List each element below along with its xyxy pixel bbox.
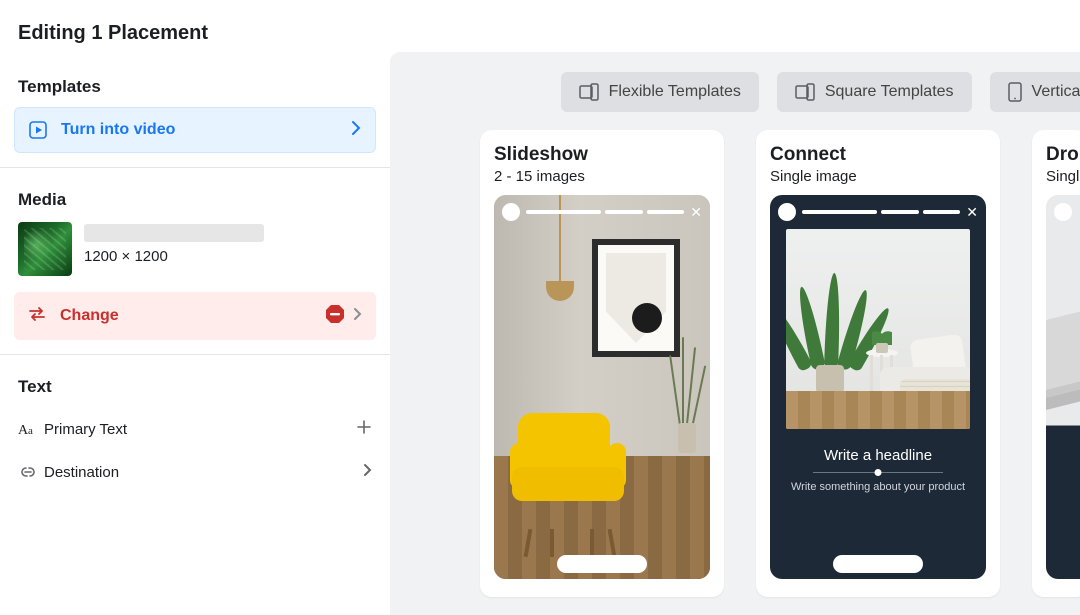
- tab-vertical-templates[interactable]: Vertical: [990, 72, 1080, 112]
- page-title: Editing 1 Placement: [0, 22, 390, 63]
- close-icon: ✕: [966, 205, 978, 219]
- divider: [0, 167, 390, 168]
- destination-label: Destination: [44, 464, 363, 481]
- avatar-placeholder-icon: [778, 203, 796, 221]
- template-ratio-tabs: Flexible Templates Square Templates Vert…: [390, 72, 1080, 130]
- section-templates-heading: Templates: [0, 63, 390, 107]
- tab-flexible-templates[interactable]: Flexible Templates: [561, 72, 759, 112]
- change-media-button[interactable]: Change: [14, 292, 376, 340]
- sidebar: Editing 1 Placement Templates Turn into …: [0, 0, 390, 615]
- card-preview: [1046, 195, 1080, 579]
- primary-text-label: Primary Text: [44, 421, 356, 438]
- chevron-right-icon: [351, 120, 361, 140]
- link-icon: [18, 464, 44, 480]
- preview-body: Write something about your product: [770, 481, 986, 493]
- close-icon: ✕: [690, 205, 702, 219]
- svg-text:a: a: [28, 425, 33, 437]
- card-title: Slideshow: [494, 144, 710, 166]
- section-media-heading: Media: [0, 176, 390, 220]
- plus-icon: [356, 419, 372, 439]
- template-card-connect[interactable]: Connect Single image ✕: [756, 130, 1000, 597]
- divider: [0, 354, 390, 355]
- card-subtitle: Singl: [1046, 168, 1080, 185]
- section-text-heading: Text: [0, 363, 390, 407]
- progress-bars: [802, 210, 960, 214]
- media-item[interactable]: 1200 × 1200: [0, 220, 390, 284]
- turn-into-video-label: Turn into video: [61, 121, 351, 139]
- device-flexible-icon: [579, 83, 599, 101]
- card-preview: ✕ Write a headline: [770, 195, 986, 579]
- pill-handle-icon: [557, 555, 647, 573]
- templates-panel: Flexible Templates Square Templates Vert…: [390, 52, 1080, 615]
- media-filename-redacted: [84, 224, 264, 242]
- primary-text-row[interactable]: Aa Primary Text: [0, 407, 390, 451]
- device-vertical-icon: [1008, 82, 1022, 102]
- play-in-square-icon: [29, 121, 47, 139]
- card-subtitle: 2 - 15 images: [494, 168, 710, 185]
- destination-row[interactable]: Destination: [0, 451, 390, 493]
- chevron-right-icon: [353, 307, 362, 325]
- avatar-placeholder-icon: [1054, 203, 1072, 221]
- template-card-drop[interactable]: Drop Singl: [1032, 130, 1080, 597]
- media-dimensions: 1200 × 1200: [84, 248, 264, 265]
- pill-handle-icon: [833, 555, 923, 573]
- media-thumbnail: [18, 222, 72, 276]
- progress-bars: [526, 210, 684, 214]
- change-label: Change: [60, 307, 325, 325]
- template-card-slideshow[interactable]: Slideshow 2 - 15 images ✕: [480, 130, 724, 597]
- tab-square-templates[interactable]: Square Templates: [777, 72, 972, 112]
- tab-label: Vertical: [1032, 83, 1080, 101]
- card-title: Connect: [770, 144, 986, 166]
- turn-into-video-button[interactable]: Turn into video: [14, 107, 376, 153]
- card-subtitle: Single image: [770, 168, 986, 185]
- card-preview: ✕: [494, 195, 710, 579]
- tab-label: Flexible Templates: [609, 83, 741, 101]
- device-square-icon: [795, 83, 815, 101]
- chevron-right-icon: [363, 463, 372, 481]
- swap-icon: [28, 306, 46, 326]
- preview-headline: Write a headline: [770, 447, 986, 464]
- text-aa-icon: Aa: [18, 421, 44, 437]
- tab-label: Square Templates: [825, 83, 954, 101]
- avatar-placeholder-icon: [502, 203, 520, 221]
- card-title: Drop: [1046, 144, 1080, 166]
- stop-minus-icon: [325, 304, 345, 328]
- template-card-list: Slideshow 2 - 15 images ✕: [390, 130, 1080, 597]
